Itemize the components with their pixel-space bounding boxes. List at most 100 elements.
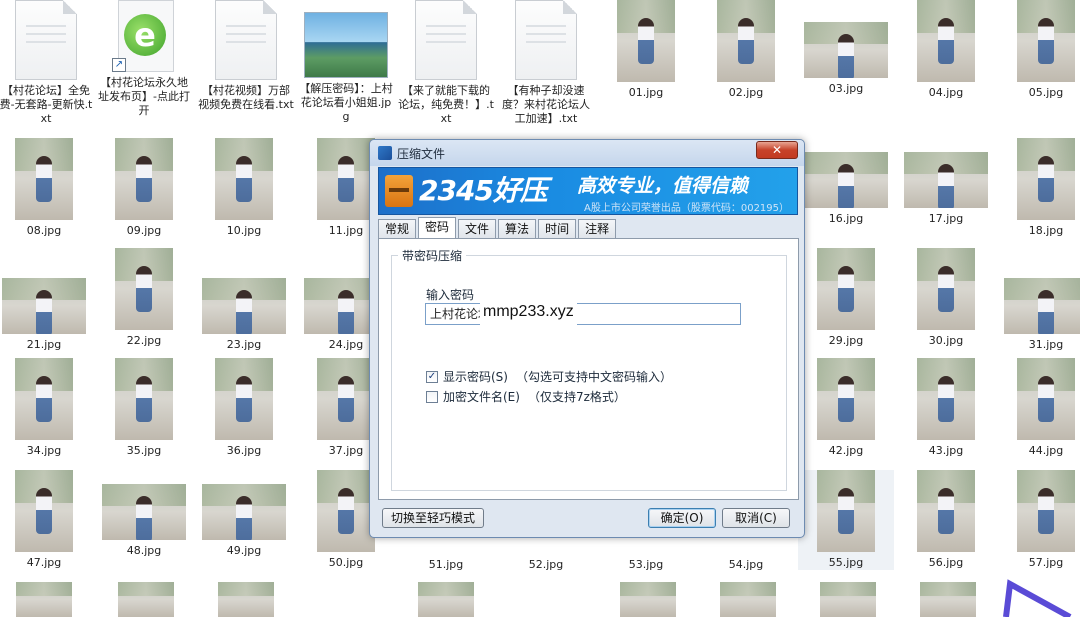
file-label: 10.jpg (226, 224, 262, 237)
file-label: 【村花论坛】全免费-无套路-更新快.txt (0, 84, 93, 125)
encrypt-filenames-label: 加密文件名(E) (443, 390, 520, 404)
photo-file[interactable]: 52.jpg (498, 540, 594, 572)
file-label: 53.jpg (628, 558, 664, 571)
file-label: 36.jpg (226, 444, 262, 457)
file-txt-2[interactable]: 【村花视频】万部视频免费在线看.txt (198, 0, 294, 112)
tab-comment[interactable]: 注释 (578, 219, 617, 239)
photo-file[interactable]: 22.jpg (96, 248, 192, 348)
close-button[interactable]: ✕ (756, 141, 798, 159)
show-password-option[interactable]: ✓ 显示密码(S) （勾选可支持中文密码输入） (426, 368, 672, 385)
cancel-button[interactable]: 取消(C) (722, 508, 790, 528)
password-group: 带密码压缩 输入密码 上村花论坛 mmp233.xyz ✓ 显示密码(S) （勾… (391, 247, 787, 491)
file-label: 57.jpg (1028, 556, 1064, 569)
ok-button[interactable]: 确定(O) (648, 508, 716, 528)
photo-file[interactable]: 44.jpg (998, 358, 1080, 458)
haozip-logo-icon (385, 175, 413, 207)
file-label: 【村花论坛永久地址发布页】-点此打开 (98, 76, 190, 117)
photo-file[interactable]: 02.jpg (698, 0, 794, 100)
file-label: 【来了就能下载的论坛，纯免费！】.txt (398, 84, 494, 125)
photo-file[interactable]: 09.jpg (96, 138, 192, 238)
tab-files[interactable]: 文件 (458, 219, 497, 239)
dialog-titlebar[interactable]: 压缩文件 ✕ (370, 140, 804, 166)
dialog-title: 压缩文件 (397, 147, 446, 161)
tab-algorithm[interactable]: 算法 (498, 219, 537, 239)
file-label: 44.jpg (1028, 444, 1064, 457)
photo-thumbnail[interactable] (720, 582, 776, 617)
photo-file[interactable]: 04.jpg (898, 0, 994, 100)
photo-file[interactable]: 05.jpg (998, 0, 1080, 100)
file-label: 54.jpg (728, 558, 764, 571)
file-label: 03.jpg (828, 82, 864, 95)
photo-thumbnail[interactable] (218, 582, 274, 617)
photo-file[interactable]: 10.jpg (196, 138, 292, 238)
photo-file[interactable]: 35.jpg (96, 358, 192, 458)
file-txt-3[interactable]: 【来了就能下载的论坛，纯免费！】.txt (398, 0, 494, 126)
photo-file[interactable]: 55.jpg (798, 470, 894, 570)
file-jpg-password[interactable]: 【解压密码】：上村花论坛看小姐姐.jpg (298, 12, 394, 124)
play-arrow-icon (1003, 579, 1072, 617)
show-password-label: 显示密码(S) (443, 370, 508, 384)
photo-file[interactable]: 53.jpg (598, 540, 694, 572)
file-txt-1[interactable]: 【村花论坛】全免费-无套路-更新快.txt (0, 0, 94, 126)
photo-file[interactable]: 56.jpg (898, 470, 994, 570)
photo-file[interactable]: 43.jpg (898, 358, 994, 458)
photo-file[interactable]: 18.jpg (998, 138, 1080, 238)
file-label: 16.jpg (828, 212, 864, 225)
photo-file[interactable]: 01.jpg (598, 0, 694, 100)
photo-thumbnail (317, 138, 375, 220)
file-label: 34.jpg (26, 444, 62, 457)
photo-file[interactable]: 17.jpg (898, 138, 994, 226)
photo-file[interactable]: 21.jpg (0, 264, 92, 352)
photo-file[interactable]: 54.jpg (698, 540, 794, 572)
photo-thumbnail[interactable] (920, 582, 976, 617)
archive-app-icon (378, 146, 392, 160)
photo-thumbnail[interactable] (418, 582, 474, 617)
photo-thumbnail[interactable] (820, 582, 876, 617)
photo-file[interactable]: 34.jpg (0, 358, 92, 458)
photo-thumbnail (617, 0, 675, 82)
photo-thumbnail[interactable] (118, 582, 174, 617)
file-label: 21.jpg (26, 338, 62, 351)
photo-file[interactable]: 23.jpg (196, 264, 292, 352)
internet-explorer-icon: e ↗ (112, 0, 176, 72)
file-label: 08.jpg (26, 224, 62, 237)
desktop: 【村花论坛】全免费-无套路-更新快.txt e ↗ 【村花论坛永久地址发布页】-点… (0, 0, 1080, 617)
brand-slogan: 高效专业，值得信赖 (577, 175, 749, 197)
photo-file[interactable]: 16.jpg (798, 138, 894, 226)
photo-thumbnail[interactable] (16, 582, 72, 617)
file-label: 23.jpg (226, 338, 262, 351)
photo-thumbnail (202, 278, 286, 334)
photo-file[interactable]: 08.jpg (0, 138, 92, 238)
file-label: 43.jpg (928, 444, 964, 457)
file-shortcut[interactable]: e ↗ 【村花论坛永久地址发布页】-点此打开 (96, 0, 192, 118)
password-input[interactable]: 上村花论坛 (425, 303, 741, 325)
txt-file-icon (515, 0, 577, 80)
photo-thumbnail (215, 138, 273, 220)
photo-file[interactable]: 31.jpg (998, 264, 1080, 352)
photo-file[interactable]: 47.jpg (0, 470, 92, 570)
file-label: 04.jpg (928, 86, 964, 99)
photo-thumbnail (1004, 278, 1080, 334)
photo-thumbnail (1017, 358, 1075, 440)
photo-file[interactable]: 03.jpg (798, 0, 894, 96)
photo-file[interactable]: 49.jpg (196, 470, 292, 558)
photo-file[interactable]: 29.jpg (798, 248, 894, 348)
file-label: 【解压密码】：上村花论坛看小姐姐.jpg (299, 82, 393, 123)
tab-time[interactable]: 时间 (538, 219, 577, 239)
file-label: 【有种子却没速度？来村花论坛人工加速】.txt (502, 84, 590, 125)
photo-thumbnail[interactable] (620, 582, 676, 617)
photo-file[interactable]: 30.jpg (898, 248, 994, 348)
switch-easy-mode-button[interactable]: 切换至轻巧模式 (382, 508, 484, 528)
photo-file[interactable]: 48.jpg (96, 470, 192, 558)
photo-file[interactable]: 36.jpg (196, 358, 292, 458)
photo-file[interactable]: 42.jpg (798, 358, 894, 458)
tab-password[interactable]: 密码 (418, 217, 457, 239)
encrypt-filenames-option[interactable]: 加密文件名(E) （仅支持7z格式） (426, 388, 626, 405)
photo-thumbnail (817, 470, 875, 552)
file-txt-4[interactable]: 【有种子却没速度？来村花论坛人工加速】.txt (498, 0, 594, 126)
show-password-checkbox[interactable]: ✓ (426, 370, 438, 383)
tab-general[interactable]: 常规 (378, 219, 417, 239)
photo-file[interactable]: 57.jpg (998, 470, 1080, 570)
photo-file[interactable]: 51.jpg (398, 540, 494, 572)
encrypt-filenames-checkbox[interactable] (426, 390, 438, 403)
